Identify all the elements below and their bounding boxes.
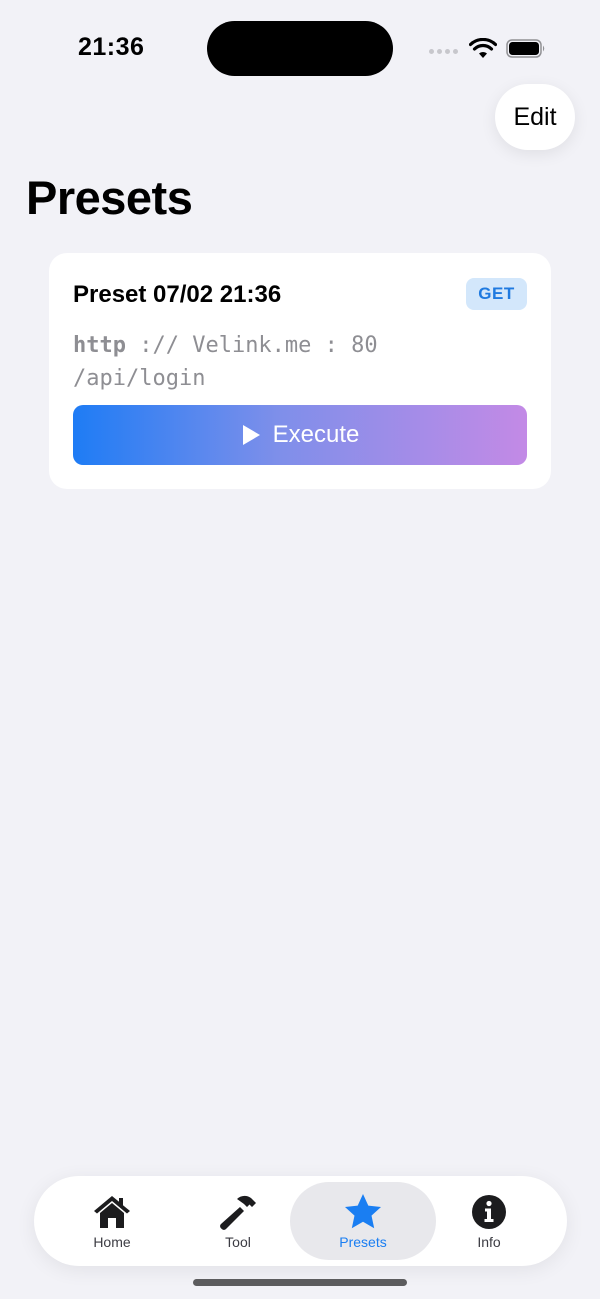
wifi-icon [469,38,497,58]
url-path: /api/login [73,366,206,391]
tab-label: Presets [339,1234,387,1250]
tab-label: Home [93,1234,131,1250]
tab-tool[interactable]: Tool [166,1176,310,1266]
house-icon [94,1196,130,1228]
preset-card[interactable]: Preset 07/02 21:36 GET http :// Velink.m… [49,253,551,489]
page-title: Presets [26,171,193,224]
preset-name: Preset 07/02 21:36 [73,281,282,308]
info-icon [472,1195,506,1229]
home-indicator [193,1279,407,1286]
battery-icon [506,39,545,58]
tab-label: Info [477,1234,501,1250]
hammer-icon [220,1195,256,1230]
method-badge: GET [466,278,527,310]
status-time: 21:36 [78,33,145,61]
tab-home[interactable]: Home [40,1176,184,1266]
edit-button[interactable]: Edit [495,84,575,150]
dynamic-island [207,21,393,76]
url-scheme: http [73,333,126,358]
execute-button[interactable]: Execute [73,405,527,465]
tab-bar: Home Tool Presets Info [34,1176,567,1266]
star-icon [345,1194,381,1229]
tab-label: Tool [225,1234,251,1250]
tab-presets[interactable]: Presets [290,1182,436,1260]
tab-info[interactable]: Info [417,1176,561,1266]
preset-url: http :// Velink.me : 80 /api/login [73,329,513,395]
url-host: :// Velink.me : 80 [125,333,378,358]
play-icon [242,425,260,445]
execute-label: Execute [272,421,360,448]
cellular-signal-icon [429,49,458,54]
